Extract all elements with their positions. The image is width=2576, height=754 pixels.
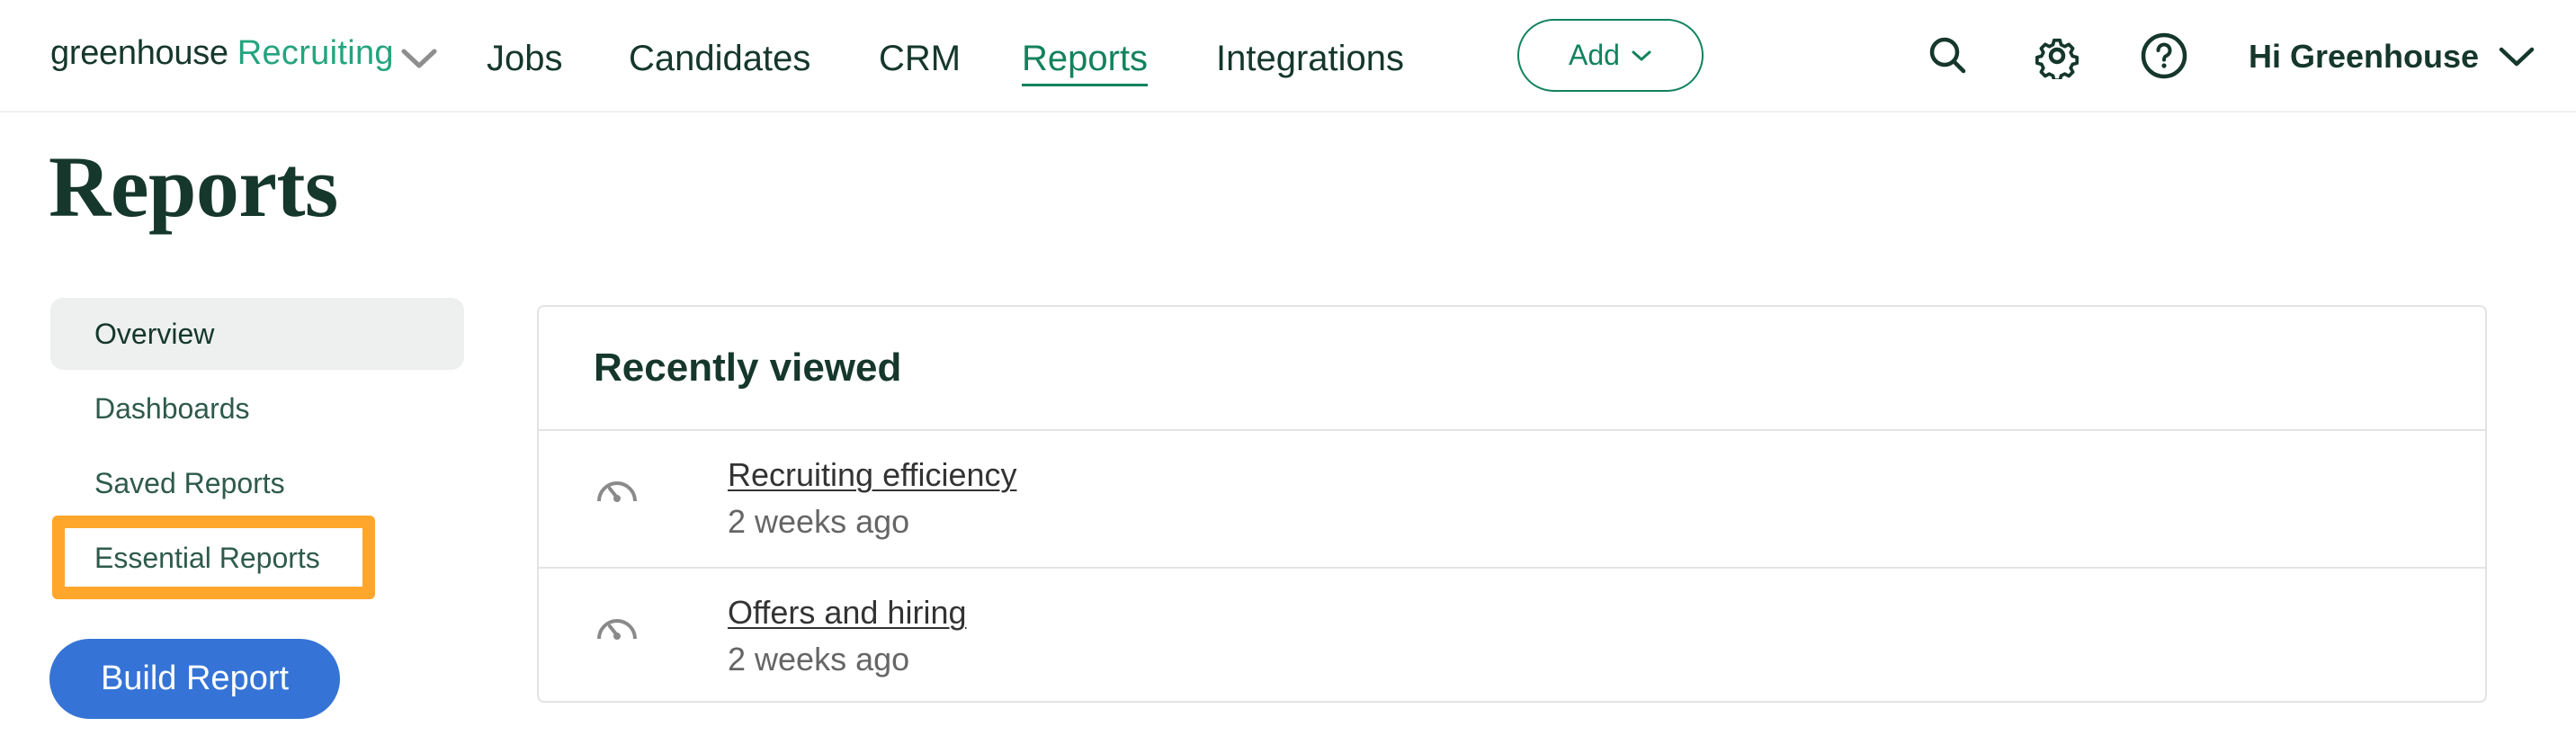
sidebar-item-essential-reports[interactable]: Essential Reports <box>50 522 464 594</box>
chevron-down-icon <box>401 49 437 68</box>
user-menu[interactable]: Hi Greenhouse <box>2249 32 2535 81</box>
sidebar-item-label: Dashboards <box>94 391 250 425</box>
report-link[interactable]: Recruiting efficiency <box>728 456 1017 494</box>
top-navigation-bar: greenhouse Recruiting Jobs Candidates CR… <box>0 0 2576 112</box>
card-title: Recently viewed <box>594 346 902 390</box>
add-button-label: Add <box>1569 39 1620 71</box>
nav-integrations[interactable]: Integrations <box>1216 36 1404 81</box>
last-viewed-time: 2 weeks ago <box>728 641 910 678</box>
report-link[interactable]: Offers and hiring <box>728 594 966 632</box>
sidebar-item-overview[interactable]: Overview <box>50 298 464 370</box>
list-item: Recruiting efficiency 2 weeks ago <box>539 431 2485 567</box>
nav-jobs[interactable]: Jobs <box>487 36 563 81</box>
search-icon <box>1929 37 1966 74</box>
gauge-icon <box>597 619 637 640</box>
build-report-button[interactable]: Build Report <box>49 639 340 719</box>
page-title: Reports <box>49 139 338 235</box>
list-item: Offers and hiring 2 weeks ago <box>539 567 2485 703</box>
nav-crm[interactable]: CRM <box>879 36 961 81</box>
sidebar-item-dashboards[interactable]: Dashboards <box>50 373 464 444</box>
nav-reports[interactable]: Reports <box>1022 36 1149 86</box>
settings-button[interactable] <box>2032 31 2082 81</box>
nav-candidates[interactable]: Candidates <box>629 36 810 81</box>
chevron-down-icon <box>1632 50 1651 60</box>
last-viewed-time: 2 weeks ago <box>728 503 910 540</box>
user-greeting: Hi Greenhouse <box>2249 38 2480 75</box>
recently-viewed-card: Recently viewed Recruiting efficiency 2 … <box>537 305 2487 703</box>
add-button[interactable]: Add <box>1517 19 1704 92</box>
product-switcher[interactable]: greenhouse Recruiting <box>50 34 437 79</box>
sidebar-item-saved-reports[interactable]: Saved Reports <box>50 447 464 519</box>
help-button[interactable] <box>2139 31 2189 81</box>
gauge-icon <box>597 481 637 502</box>
sidebar-item-label: Saved Reports <box>94 466 285 499</box>
help-icon <box>2141 32 2187 79</box>
sidebar-item-label: Essential Reports <box>94 541 320 574</box>
chevron-down-icon <box>2499 47 2535 67</box>
product-name: Recruiting <box>237 34 394 72</box>
search-button[interactable] <box>1923 31 1973 81</box>
greenhouse-logo: greenhouse <box>50 34 228 72</box>
sidebar-item-label: Overview <box>94 317 215 350</box>
gear-icon <box>2035 38 2079 79</box>
card-header: Recently viewed <box>539 307 2485 431</box>
